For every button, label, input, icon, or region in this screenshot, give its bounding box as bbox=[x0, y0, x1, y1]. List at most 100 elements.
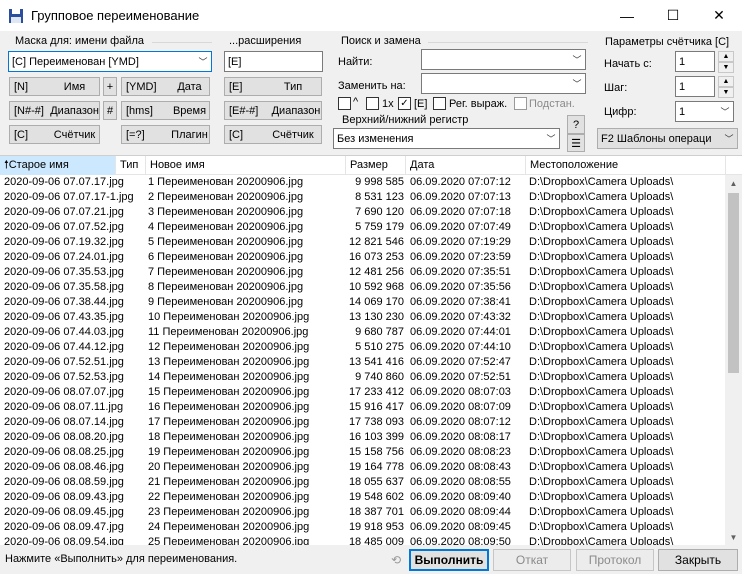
ext-mask-input[interactable]: [E] bbox=[224, 51, 323, 72]
insert-ext-counter-button[interactable]: [C] Счётчик bbox=[224, 125, 322, 144]
col-type[interactable]: Тип bbox=[116, 156, 146, 175]
cell-size: 7 690 120 bbox=[355, 206, 404, 218]
case-combo[interactable]: Без изменения ﹀ bbox=[333, 128, 560, 149]
undo-button[interactable]: Откат bbox=[493, 549, 571, 571]
table-row[interactable]: 2020-09-06 07.07.17.jpg 1 Переименован 20… bbox=[0, 175, 725, 190]
cell-location: D:\Dropbox\Camera Uploads\ bbox=[529, 191, 674, 203]
cell-location: D:\Dropbox\Camera Uploads\ bbox=[529, 431, 674, 443]
insert-counter-button[interactable]: [C] Счётчик bbox=[9, 125, 100, 144]
table-row[interactable]: 2020-09-06 07.52.51.jpg 13 Переименован 2… bbox=[0, 355, 725, 370]
cell-new-name: 15 Переименован 20200906.jpg bbox=[148, 386, 310, 398]
help-button[interactable]: ? bbox=[567, 115, 585, 134]
cell-date: 06.09.2020 07:07:49 bbox=[410, 221, 511, 233]
find-combo[interactable]: ﹀ bbox=[421, 49, 586, 70]
scroll-thumb[interactable] bbox=[728, 193, 739, 373]
insert-date-button[interactable]: [YMD] Дата bbox=[121, 77, 210, 96]
table-row[interactable]: 2020-09-06 07.07.17-1.jpg 2 Переименован … bbox=[0, 190, 725, 205]
insert-time-button[interactable]: [hms] Время bbox=[121, 101, 210, 120]
start-label: Начать с: bbox=[604, 58, 652, 70]
cell-new-name: 3 Переименован 20200906.jpg bbox=[148, 206, 304, 218]
col-new-name[interactable]: Новое имя bbox=[146, 156, 346, 175]
table-row[interactable]: 2020-09-06 07.44.12.jpg 12 Переименован 2… bbox=[0, 340, 725, 355]
insert-name-button[interactable]: [N] Имя bbox=[9, 77, 100, 96]
table-row[interactable]: 2020-09-06 07.38.44.jpg 9 Переименован 20… bbox=[0, 295, 725, 310]
col-date[interactable]: Дата bbox=[406, 156, 526, 175]
cell-new-name: 20 Переименован 20200906.jpg bbox=[148, 461, 310, 473]
table-row[interactable]: 2020-09-06 07.07.52.jpg 4 Переименован 20… bbox=[0, 220, 725, 235]
table-row[interactable]: 2020-09-06 07.19.32.jpg 5 Переименован 20… bbox=[0, 235, 725, 250]
insert-ext-range-button[interactable]: [E#-#] Диапазон bbox=[224, 101, 322, 120]
name-mask-combo[interactable]: [C] Переименован [YMD] ﹀ bbox=[8, 51, 212, 72]
cell-location: D:\Dropbox\Camera Uploads\ bbox=[529, 236, 674, 248]
start-spinner[interactable]: ▲ ▼ bbox=[718, 51, 734, 73]
list-icon: ☰ bbox=[571, 137, 581, 150]
mask-group-label: Маска для: имени файла bbox=[15, 35, 144, 47]
templates-combo[interactable]: F2 Шаблоны операци ﹀ bbox=[597, 128, 738, 149]
log-button[interactable]: Протокол bbox=[576, 549, 654, 571]
table-row[interactable]: 2020-09-06 08.07.14.jpg 17 Переименован 2… bbox=[0, 415, 725, 430]
case-sensitive-checkbox[interactable] bbox=[338, 97, 351, 110]
cell-new-name: 8 Переименован 20200906.jpg bbox=[148, 281, 304, 293]
insert-ext-button[interactable]: [E] Тип bbox=[224, 77, 322, 96]
file-list[interactable]: 🠕Старое имя Тип Новое имя Размер Дата Ме… bbox=[0, 155, 742, 545]
scroll-down-icon[interactable]: ▼ bbox=[725, 529, 742, 545]
table-row[interactable]: 2020-09-06 07.35.53.jpg 7 Переименован 20… bbox=[0, 265, 725, 280]
cell-new-name: 4 Переименован 20200906.jpg bbox=[148, 221, 304, 233]
table-row[interactable]: 2020-09-06 08.08.46.jpg 20 Переименован 2… bbox=[0, 460, 725, 475]
table-row[interactable]: 2020-09-06 08.08.20.jpg 18 Переименован 2… bbox=[0, 430, 725, 445]
table-row[interactable]: 2020-09-06 07.44.03.jpg 11 Переименован 2… bbox=[0, 325, 725, 340]
col-size[interactable]: Размер bbox=[346, 156, 406, 175]
search-group-label: Поиск и замена bbox=[341, 35, 421, 47]
table-row[interactable]: 2020-09-06 08.09.43.jpg 22 Переименован 2… bbox=[0, 490, 725, 505]
table-row[interactable]: 2020-09-06 08.08.25.jpg 19 Переименован 2… bbox=[0, 445, 725, 460]
minimize-button[interactable]: — bbox=[604, 0, 650, 31]
cell-location: D:\Dropbox\Camera Uploads\ bbox=[529, 491, 674, 503]
cell-old-name: 2020-09-06 07.52.51.jpg bbox=[4, 356, 124, 368]
refresh-icon[interactable]: ⟲ bbox=[386, 549, 406, 571]
table-row[interactable]: 2020-09-06 08.07.07.jpg 15 Переименован 2… bbox=[0, 385, 725, 400]
table-row[interactable]: 2020-09-06 07.07.21.jpg 3 Переименован 20… bbox=[0, 205, 725, 220]
col-old-name[interactable]: 🠕Старое имя bbox=[0, 156, 116, 175]
subst-checkbox[interactable] bbox=[514, 97, 527, 110]
cell-old-name: 2020-09-06 07.35.53.jpg bbox=[4, 266, 124, 278]
vertical-scrollbar[interactable]: ▲ ▼ bbox=[725, 175, 742, 545]
table-row[interactable]: 2020-09-06 07.24.01.jpg 6 Переименован 20… bbox=[0, 250, 725, 265]
hash-button[interactable]: # bbox=[103, 101, 117, 120]
scroll-up-icon[interactable]: ▲ bbox=[725, 175, 742, 192]
table-row[interactable]: 2020-09-06 08.08.59.jpg 21 Переименован 2… bbox=[0, 475, 725, 490]
close-button[interactable]: Закрыть bbox=[658, 549, 738, 571]
table-row[interactable]: 2020-09-06 08.09.47.jpg 24 Переименован 2… bbox=[0, 520, 725, 535]
close-window-button[interactable]: ✕ bbox=[696, 0, 742, 31]
step-spinner[interactable]: ▲ ▼ bbox=[718, 76, 734, 98]
step-input[interactable]: 1 bbox=[675, 76, 715, 97]
replace-combo[interactable]: ﹀ bbox=[421, 73, 586, 94]
plus-button[interactable]: + bbox=[103, 77, 117, 96]
run-button[interactable]: Выполнить bbox=[409, 549, 489, 571]
table-row[interactable]: 2020-09-06 07.35.58.jpg 8 Переименован 20… bbox=[0, 280, 725, 295]
table-row[interactable]: 2020-09-06 07.52.53.jpg 14 Переименован 2… bbox=[0, 370, 725, 385]
table-row[interactable]: 2020-09-06 08.09.54.jpg 25 Переименован 2… bbox=[0, 535, 725, 545]
table-row[interactable]: 2020-09-06 08.09.45.jpg 23 Переименован 2… bbox=[0, 505, 725, 520]
edit-list-button[interactable]: ☰ bbox=[567, 134, 585, 152]
table-row[interactable]: 2020-09-06 08.07.11.jpg 16 Переименован 2… bbox=[0, 400, 725, 415]
once-checkbox[interactable] bbox=[366, 97, 379, 110]
cell-size: 18 485 009 bbox=[348, 536, 404, 545]
cell-size: 17 738 093 bbox=[348, 416, 404, 428]
status-bar: Нажмите «Выполнить» для переименования. … bbox=[0, 545, 742, 574]
ext-checkbox[interactable]: ✓ bbox=[398, 97, 411, 110]
col-location[interactable]: Местоположение bbox=[526, 156, 726, 175]
chevron-down-icon: ﹀ bbox=[720, 107, 730, 117]
maximize-button[interactable]: ☐ bbox=[650, 0, 696, 31]
step-label: Шаг: bbox=[604, 82, 628, 94]
insert-range-button[interactable]: [N#-#] Диапазон bbox=[9, 101, 100, 120]
cell-location: D:\Dropbox\Camera Uploads\ bbox=[529, 446, 674, 458]
cell-new-name: 12 Переименован 20200906.jpg bbox=[148, 341, 310, 353]
digits-combo[interactable]: 1 ﹀ bbox=[675, 101, 734, 122]
table-row[interactable]: 2020-09-06 07.43.35.jpg 10 Переименован 2… bbox=[0, 310, 725, 325]
cell-old-name: 2020-09-06 07.38.44.jpg bbox=[4, 296, 124, 308]
insert-plugin-button[interactable]: [=?] Плагин bbox=[121, 125, 210, 144]
cell-date: 06.09.2020 07:35:51 bbox=[410, 266, 511, 278]
case-sensitive-label: ^ bbox=[353, 96, 359, 108]
start-input[interactable]: 1 bbox=[675, 51, 715, 72]
regex-checkbox[interactable] bbox=[433, 97, 446, 110]
